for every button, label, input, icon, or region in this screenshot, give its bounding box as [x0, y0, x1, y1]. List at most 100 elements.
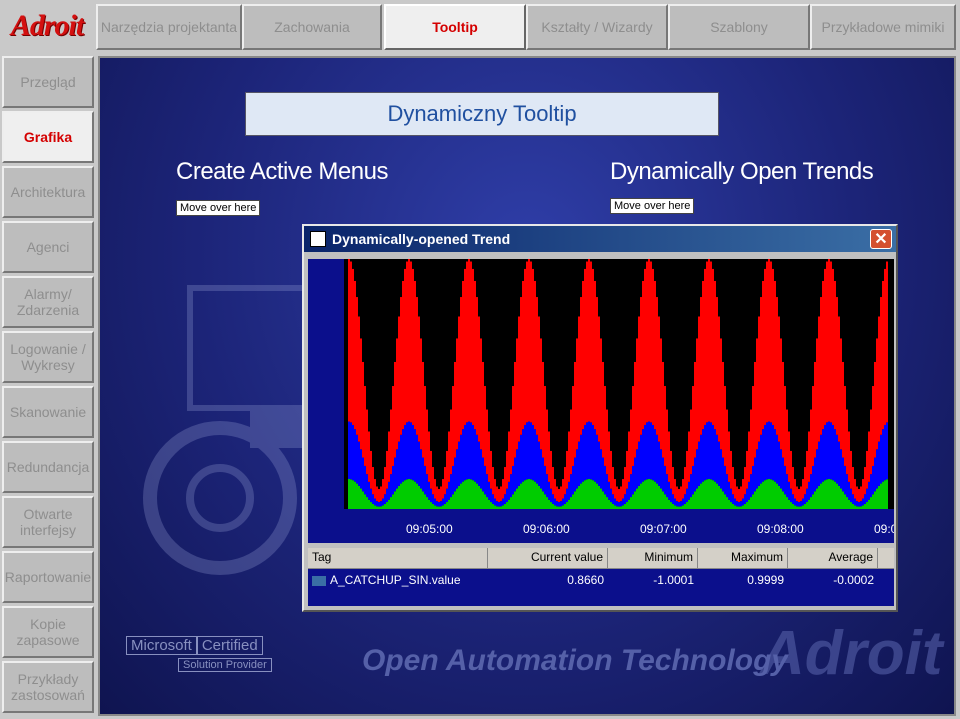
- waveform-segment: [438, 506, 440, 509]
- tab-narzedzia-projektanta[interactable]: Narzędzia projektanta: [96, 4, 242, 50]
- waveform-segment: [792, 494, 794, 504]
- waveform-segment: [828, 421, 830, 479]
- sidebar-item-grafika[interactable]: Grafika: [2, 111, 94, 163]
- waveform-segment: [748, 431, 750, 482]
- waveform-segment: [750, 409, 752, 475]
- trend-window-titlebar[interactable]: Dynamically-opened Trend ✕: [304, 226, 896, 252]
- waveform-segment: [762, 429, 764, 482]
- waveform-segment: [856, 506, 858, 509]
- waveform-segment: [836, 434, 838, 484]
- waveform-segment: [566, 450, 568, 489]
- waveform-segment: [568, 481, 570, 500]
- sidebar-item-przeglad[interactable]: Przegląd: [2, 56, 94, 108]
- waveform-segment: [552, 467, 554, 495]
- waveform-segment: [590, 479, 592, 509]
- sidebar-item-przyklady-zastosowan[interactable]: Przykłady zastosowań: [2, 661, 94, 713]
- waveform-segment: [790, 488, 792, 503]
- sidebar-item-raportowanie[interactable]: Raportowanie: [2, 551, 94, 603]
- waveform-segment: [418, 441, 420, 486]
- waveform-segment: [864, 467, 866, 495]
- waveform-segment: [400, 297, 402, 435]
- tab-zachowania[interactable]: Zachowania: [242, 4, 382, 50]
- waveform-segment: [886, 422, 888, 480]
- column-header-maximum[interactable]: Maximum: [698, 548, 788, 568]
- waveform-segment: [524, 480, 526, 509]
- sidebar-item-agenci[interactable]: Agenci: [2, 221, 94, 273]
- waveform-segment: [378, 506, 380, 509]
- column-header-minimum[interactable]: Minimum: [608, 548, 698, 568]
- waveform-segment: [764, 424, 766, 481]
- sidebar-item-redundancja[interactable]: Redundancja: [2, 441, 94, 493]
- waveform-segment: [538, 441, 540, 486]
- waveform-segment: [538, 485, 540, 509]
- column-header-tag[interactable]: Tag: [308, 548, 488, 568]
- waveform-segment: [458, 316, 460, 442]
- tab-tooltip[interactable]: Tooltip: [384, 4, 526, 50]
- waveform-segment: [882, 481, 884, 509]
- time-tick-label: 09:07:00: [640, 522, 687, 536]
- waveform-segment: [524, 268, 526, 425]
- waveform-segment: [696, 449, 698, 489]
- waveform-segment: [612, 494, 614, 504]
- waveform-segment: [544, 494, 546, 509]
- waveform-segment: [486, 497, 488, 509]
- column-header-current-value[interactable]: Current value: [488, 548, 608, 568]
- waveform-segment: [440, 501, 442, 507]
- waveform-segment: [730, 488, 732, 503]
- waveform-segment: [886, 479, 888, 509]
- waveform-segment: [630, 409, 632, 475]
- close-icon[interactable]: ✕: [870, 229, 892, 249]
- waveform-segment: [692, 386, 694, 466]
- tab-przykladowe-mimiki[interactable]: Przykładowe mimiki: [810, 4, 956, 50]
- sidebar-item-alarmy-zdarzenia[interactable]: Alarmy/ Zdarzenia: [2, 276, 94, 328]
- waveform-segment: [830, 261, 832, 423]
- sidebar-item-kopie-zapasowe[interactable]: Kopie zapasowe: [2, 606, 94, 658]
- waveform-segment: [674, 505, 676, 509]
- trends-hover-target[interactable]: Move over here: [610, 198, 695, 214]
- waveform-segment: [436, 501, 438, 507]
- sidebar-item-skanowanie[interactable]: Skanowanie: [2, 386, 94, 438]
- waveform-segment: [636, 449, 638, 489]
- waveform-segment: [694, 457, 696, 492]
- tab-szablony[interactable]: Szablony: [668, 4, 810, 50]
- waveform-segment: [680, 501, 682, 507]
- menus-hover-target[interactable]: Move over here: [176, 200, 261, 216]
- trend-window[interactable]: Dynamically-opened Trend ✕ 09:05:00 09:06…: [302, 224, 930, 612]
- waveform-segment: [884, 424, 886, 481]
- waveform-segment: [560, 486, 562, 502]
- waveform-segment: [588, 421, 590, 479]
- sidebar-item-architektura[interactable]: Architektura: [2, 166, 94, 218]
- waveform-segment: [608, 431, 610, 482]
- waveform-segment: [352, 268, 354, 425]
- waveform-segment: [808, 481, 810, 500]
- waveform-segment: [664, 465, 666, 495]
- waveform-segment: [360, 449, 362, 489]
- column-header-average[interactable]: Average: [788, 548, 878, 568]
- waveform-segment: [540, 488, 542, 509]
- create-active-menus-heading: Create Active Menus: [176, 158, 388, 185]
- waveform-segment: [840, 338, 842, 450]
- waveform-segment: [698, 316, 700, 442]
- waveform-segment: [734, 505, 736, 509]
- waveform-segment: [564, 503, 566, 509]
- waveform-segment: [760, 297, 762, 435]
- waveform-segment: [474, 280, 476, 430]
- waveform-segment: [880, 483, 882, 509]
- grid-header-row: Tag Current value Minimum Maximum Averag…: [308, 548, 894, 569]
- waveform-segment: [440, 506, 442, 509]
- waveform-segment: [810, 409, 812, 475]
- waveform-segment: [808, 499, 810, 509]
- waveform-segment: [762, 481, 764, 509]
- waveform-segment: [608, 481, 610, 500]
- sidebar-item-otwarte-interfejsy[interactable]: Otwarte interfejsy: [2, 496, 94, 548]
- sidebar-item-logowanie-wykresy[interactable]: Logowanie / Wykresy: [2, 331, 94, 383]
- waveform-segment: [438, 502, 440, 507]
- tab-ksztalty-wizardy[interactable]: Kształty / Wizardy: [526, 4, 668, 50]
- waveform-segment: [450, 497, 452, 509]
- waveform-segment: [626, 450, 628, 489]
- waveform-segment: [684, 494, 686, 504]
- waveform-segment: [612, 503, 614, 509]
- table-row[interactable]: A_CATCHUP_SIN.value 0.8660 -1.0001 0.999…: [308, 569, 894, 591]
- waveform-segment: [472, 480, 474, 509]
- waveform-segment: [392, 494, 394, 509]
